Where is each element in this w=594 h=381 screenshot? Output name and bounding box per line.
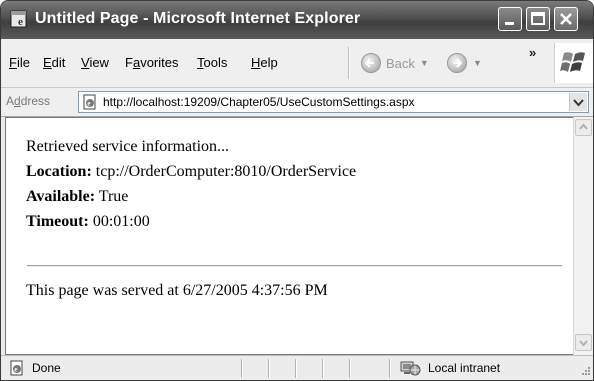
dropdown-arrow-icon <box>573 99 584 107</box>
scroll-down-icon <box>579 340 588 347</box>
menu-edit-accesskey: E <box>43 55 52 70</box>
back-label: Back <box>386 55 415 71</box>
menu-tools[interactable]: Tools <box>197 55 227 70</box>
minimize-button[interactable] <box>498 7 522 31</box>
location-line: Location: tcp://OrderComputer:8010/Order… <box>26 163 356 181</box>
menu-favorites-label: vorites <box>140 55 179 70</box>
menu-file-accesskey: F <box>9 55 17 70</box>
back-dropdown-icon[interactable]: ▼ <box>420 58 429 68</box>
status-divider <box>349 359 351 378</box>
address-label-pre: A <box>6 94 15 108</box>
toolbar-separator <box>348 47 350 79</box>
close-icon <box>560 13 572 25</box>
address-label-accesskey: d <box>14 94 21 108</box>
address-dropdown-button[interactable] <box>569 93 587 111</box>
timeout-value: 00:01:00 <box>88 213 150 230</box>
address-url: http://localhost:19209/Chapter05/UseCust… <box>103 95 415 109</box>
status-divider <box>268 359 270 378</box>
forward-button[interactable]: ▼ <box>447 51 482 75</box>
timeout-label: Timeout: <box>26 213 89 230</box>
horizontal-rule <box>27 265 562 267</box>
menu-favorites[interactable]: Favorites <box>125 55 178 70</box>
page-icon: e <box>83 94 96 110</box>
menu-edit[interactable]: Edit <box>43 55 65 70</box>
minimize-icon <box>505 22 514 25</box>
resize-grip-icon[interactable] <box>579 366 591 378</box>
address-bar: Address e http://localhost:19209/Chapter… <box>1 88 593 117</box>
served-text: This page was served at 6/27/2005 4:37:5… <box>26 282 328 299</box>
menu-tools-label: ools <box>203 55 228 70</box>
maximize-icon <box>531 12 545 25</box>
menu-file-label: ile <box>16 55 30 70</box>
page-content: Retrieved service information... Locatio… <box>5 117 573 355</box>
menu-view-label: iew <box>89 55 109 70</box>
toolbar-overflow-button[interactable]: » <box>529 45 536 60</box>
ie-app-icon: e <box>10 10 27 28</box>
status-divider <box>241 359 243 378</box>
maximize-button[interactable] <box>526 7 550 31</box>
windows-logo <box>554 43 593 83</box>
available-label: Available: <box>26 188 96 205</box>
svg-text:e: e <box>87 100 90 108</box>
done-page-icon: e <box>10 360 23 376</box>
address-label-post: dress <box>20 94 51 108</box>
browser-window: e Untitled Page - Microsoft Internet Exp… <box>0 0 594 381</box>
close-button[interactable] <box>554 7 578 31</box>
svg-text:e: e <box>14 366 17 374</box>
menu-favorites-pre: F <box>125 55 133 70</box>
timeout-line: Timeout: 00:01:00 <box>26 213 150 231</box>
scroll-up-button[interactable] <box>575 119 592 136</box>
menu-help[interactable]: Help <box>251 55 278 70</box>
window-title: Untitled Page - Microsoft Internet Explo… <box>35 10 361 27</box>
scroll-down-button[interactable] <box>575 334 592 351</box>
forward-dropdown-icon[interactable]: ▼ <box>473 58 482 68</box>
security-zone-text: Local intranet <box>428 361 501 375</box>
forward-arrow-icon <box>447 53 467 73</box>
vertical-scrollbar[interactable] <box>573 117 593 355</box>
available-line: Available: True <box>26 188 128 206</box>
menu-view[interactable]: View <box>81 55 109 70</box>
location-label: Location: <box>26 163 92 180</box>
address-label: Address <box>6 94 50 108</box>
menu-edit-label: dit <box>51 55 66 70</box>
retrieved-text: Retrieved service information... <box>26 138 230 155</box>
status-text: Done <box>32 361 61 375</box>
scroll-up-icon <box>579 123 588 130</box>
menu-help-accesskey: H <box>251 55 261 70</box>
back-button[interactable]: Back ▼ <box>361 51 429 75</box>
menu-file[interactable]: File <box>9 55 30 70</box>
local-intranet-icon <box>400 361 421 376</box>
address-input[interactable]: e http://localhost:19209/Chapter05/UseCu… <box>78 91 589 113</box>
menu-bar: File Edit View Favorites Tools Help Back… <box>1 39 593 88</box>
available-value: True <box>95 188 129 205</box>
status-divider <box>322 359 324 378</box>
status-divider <box>389 359 391 378</box>
title-bar[interactable]: e Untitled Page - Microsoft Internet Exp… <box>1 1 593 39</box>
menu-help-label: elp <box>260 55 278 70</box>
svg-text:e: e <box>18 16 23 28</box>
back-arrow-icon <box>361 53 381 73</box>
location-value: tcp://OrderComputer:8010/OrderService <box>91 163 357 180</box>
status-bar: e Done Local intranet <box>1 355 593 380</box>
windows-logo-icon <box>560 52 585 72</box>
status-divider <box>295 359 297 378</box>
